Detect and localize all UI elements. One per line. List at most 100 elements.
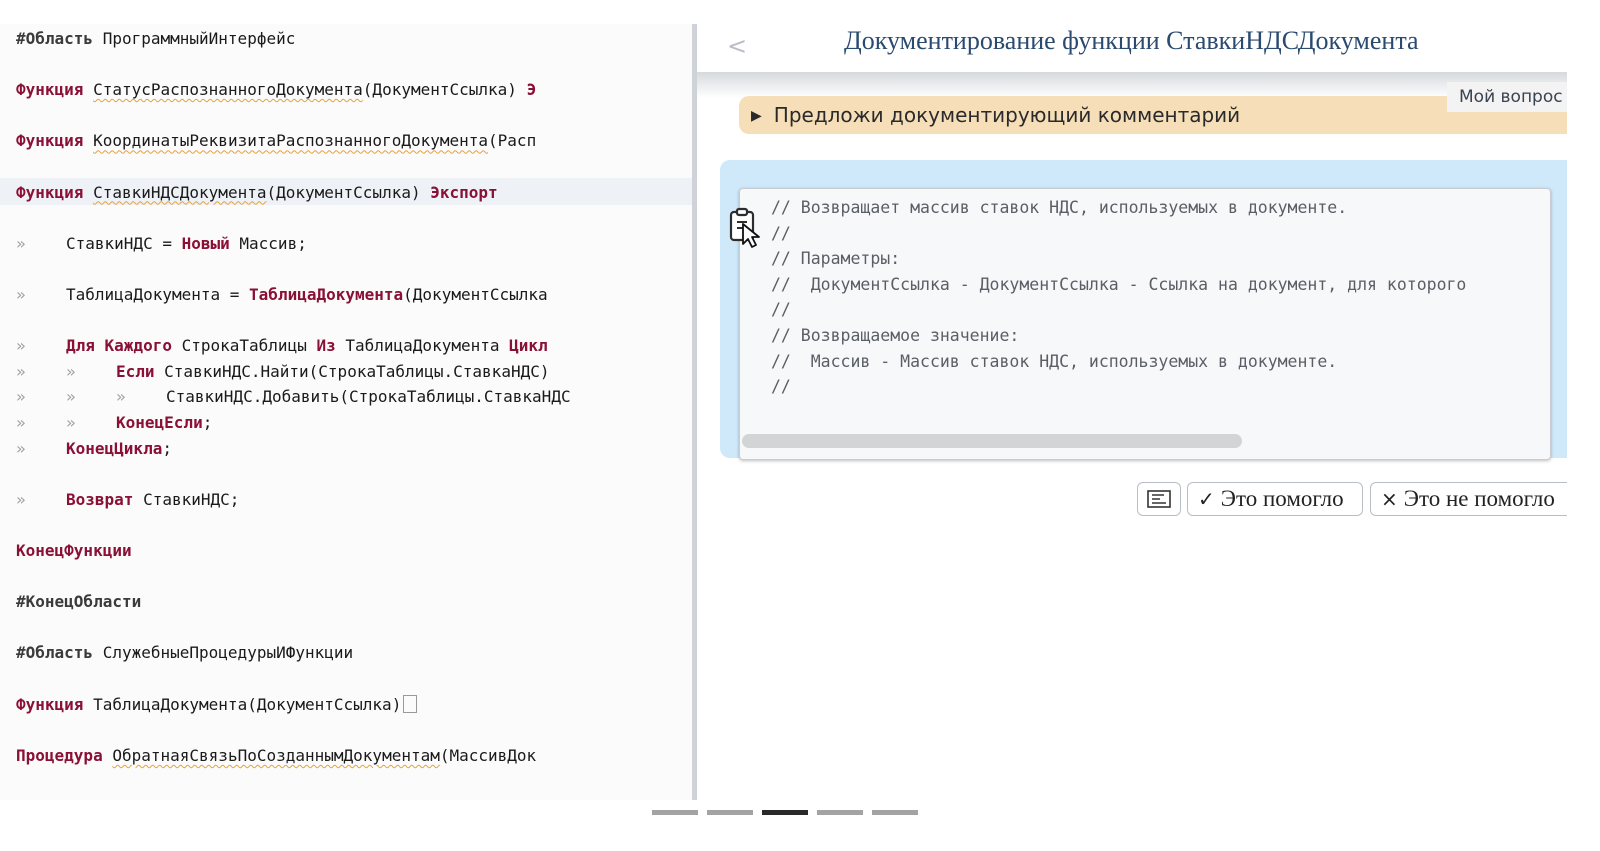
comment-line: // ДокументСсылка - ДокументСсылка - Ссы… xyxy=(771,274,1467,294)
comment-line: // Возвращаемое значение: xyxy=(771,326,1020,345)
indent-marker: » xyxy=(16,413,26,432)
code-token: КоординатыРеквизитаРаспознанногоДокумент… xyxy=(93,131,489,151)
code-token: Процедура xyxy=(16,745,103,765)
insert-into-code-button[interactable] xyxy=(1137,482,1181,516)
code-token: ТаблицаДокумента xyxy=(249,285,404,304)
indent-marker: » xyxy=(66,413,76,432)
code-editor[interactable]: #Область ПрограммныйИнтерфейс Функция Ста… xyxy=(0,24,692,800)
code-line: Функция СтатусРаспознанногоДокумента(Док… xyxy=(16,77,536,103)
indent-marker: » xyxy=(16,336,26,356)
code-line: » Для Каждого СтрокаТаблицы Из ТаблицаДок… xyxy=(16,333,548,359)
indent-marker: » xyxy=(16,285,26,304)
insert-text-icon xyxy=(1147,490,1171,508)
comment-line: // Параметры: xyxy=(771,249,901,269)
code-token: Функция xyxy=(16,80,84,100)
code-token: Функция xyxy=(16,182,84,202)
code-line: » » Если СтавкиНДС.Найти(СтрокаТаблицы.Ста… xyxy=(16,359,559,385)
comment-line: // xyxy=(771,300,791,320)
code-token: Цикл xyxy=(509,336,548,356)
code-token: (МассивДок xyxy=(439,745,537,765)
suggestion-text: Предложи документирующий комментарий xyxy=(773,103,1241,127)
code-token: ; xyxy=(202,413,213,432)
not-helped-label: Это не помогло xyxy=(1403,486,1555,511)
code-line: Функция СтавкиНДСДокумента(ДокументСсылк… xyxy=(16,180,498,206)
indent-marker: » xyxy=(116,387,126,407)
code-line: Функция ТаблицаДокумента(ДокументСсылка) xyxy=(16,692,418,718)
code-token: (ДокументСсылка xyxy=(403,285,548,304)
code-line: #КонецОбласти xyxy=(16,589,141,615)
code-token: (Расп xyxy=(488,131,537,151)
cross-icon: × xyxy=(1381,487,1398,511)
code-token: ; xyxy=(162,438,172,458)
code-token: ОбратнаяСвязьПоСозданнымДокументам xyxy=(112,745,440,765)
code-token: #Область xyxy=(16,643,94,663)
code-token: #КонецОбласти xyxy=(16,592,142,612)
page-dot[interactable] xyxy=(762,810,808,815)
code-token: СтавкиНДСДокумента xyxy=(93,182,267,202)
code-token: (ДокументСсылка) xyxy=(362,80,527,100)
indent-marker: » xyxy=(16,438,26,458)
comment-line: // Возвращает массив ставок НДС, использ… xyxy=(771,198,1348,217)
code-token: СтатусРаспознанногоДокумента xyxy=(93,80,363,100)
code-line: » ТаблицаДокумента = ТаблицаДокумента(Док… xyxy=(16,282,548,308)
page-dot[interactable] xyxy=(872,810,918,815)
code-token: #Область xyxy=(16,29,94,48)
code-token: КонецЦикла xyxy=(66,438,163,458)
indent-marker: » xyxy=(16,489,26,509)
page-dot[interactable] xyxy=(817,810,863,815)
code-line: #Область ПрограммныйИнтерфейс xyxy=(16,26,295,52)
check-icon: ✓ xyxy=(1198,487,1215,511)
indent-marker: » xyxy=(16,233,26,253)
code-line: » КонецЦикла; xyxy=(16,436,172,462)
code-token: ТаблицаДокумента xyxy=(335,336,510,356)
code-token: (ДокументСсылка) xyxy=(266,182,431,202)
code-token: Новый xyxy=(181,233,230,253)
code-token: Э xyxy=(526,80,537,100)
code-line: » Возврат СтавкиНДС; xyxy=(16,487,239,513)
code-token: ТаблицаДокумента = xyxy=(66,285,250,304)
indent-marker: » xyxy=(66,361,76,381)
code-token: КонецФункции xyxy=(16,541,132,560)
back-button[interactable]: < xyxy=(727,32,747,60)
fold-marker[interactable] xyxy=(403,694,418,713)
expand-arrow-icon[interactable]: ▶ xyxy=(751,108,762,124)
comment-line: // xyxy=(771,223,791,243)
not-helped-button[interactable]: × Это не помогло xyxy=(1370,482,1567,516)
page-dot[interactable] xyxy=(707,810,753,815)
code-token: Из xyxy=(316,336,336,356)
code-token: Возврат xyxy=(66,489,134,509)
code-token: Если xyxy=(116,361,155,381)
header-shadow xyxy=(697,72,1567,98)
comment-line: // xyxy=(771,377,791,397)
code-line: #Область СлужебныеПроцедурыИФункции xyxy=(16,640,353,666)
panel-title: Документирование функции СтавкиНДСДокуме… xyxy=(844,26,1419,55)
code-token: Экспорт xyxy=(430,182,498,202)
helped-button[interactable]: ✓ Это помогло xyxy=(1187,482,1363,516)
copy-icon[interactable] xyxy=(729,206,763,248)
code-token: ПрограммныйИнтерфейс xyxy=(93,29,296,48)
indent-marker: » xyxy=(16,361,26,381)
code-token: ТаблицаДокумента(ДокументСсылка) xyxy=(83,694,402,714)
code-line: » СтавкиНДС = Новый Массив; xyxy=(16,231,307,257)
code-token: СтавкиНДС = xyxy=(66,233,182,253)
helped-label: Это помогло xyxy=(1220,486,1344,511)
page-dot[interactable] xyxy=(652,810,698,815)
code-token: КонецЕсли xyxy=(116,413,203,432)
panel-divider[interactable] xyxy=(692,24,697,800)
code-line: Процедура ОбратнаяСвязьПоСозданнымДокуме… xyxy=(16,743,536,769)
code-token: Функция xyxy=(16,131,84,151)
indent-marker: » xyxy=(66,387,76,407)
code-token: Функция xyxy=(16,694,84,714)
horizontal-scrollbar[interactable] xyxy=(742,434,1242,448)
code-token: СтавкиНДС.Добавить(СтрокаТаблицы.СтавкаН… xyxy=(166,387,571,407)
my-question-tab[interactable]: Мой вопрос xyxy=(1447,82,1567,112)
code-token: СтавкиНДС; xyxy=(133,489,240,509)
code-response-block[interactable]: // Возвращает массив ставок НДС, использ… xyxy=(739,188,1551,460)
suggestion-message[interactable]: ▶ Предложи документирующий комментарий xyxy=(739,96,1567,134)
indent-marker: » xyxy=(16,387,26,407)
code-line: Функция КоординатыРеквизитаРаспознанного… xyxy=(16,128,536,154)
code-line: » » » СтавкиНДС.Добавить(СтрокаТаблицы.Став… xyxy=(16,384,571,410)
